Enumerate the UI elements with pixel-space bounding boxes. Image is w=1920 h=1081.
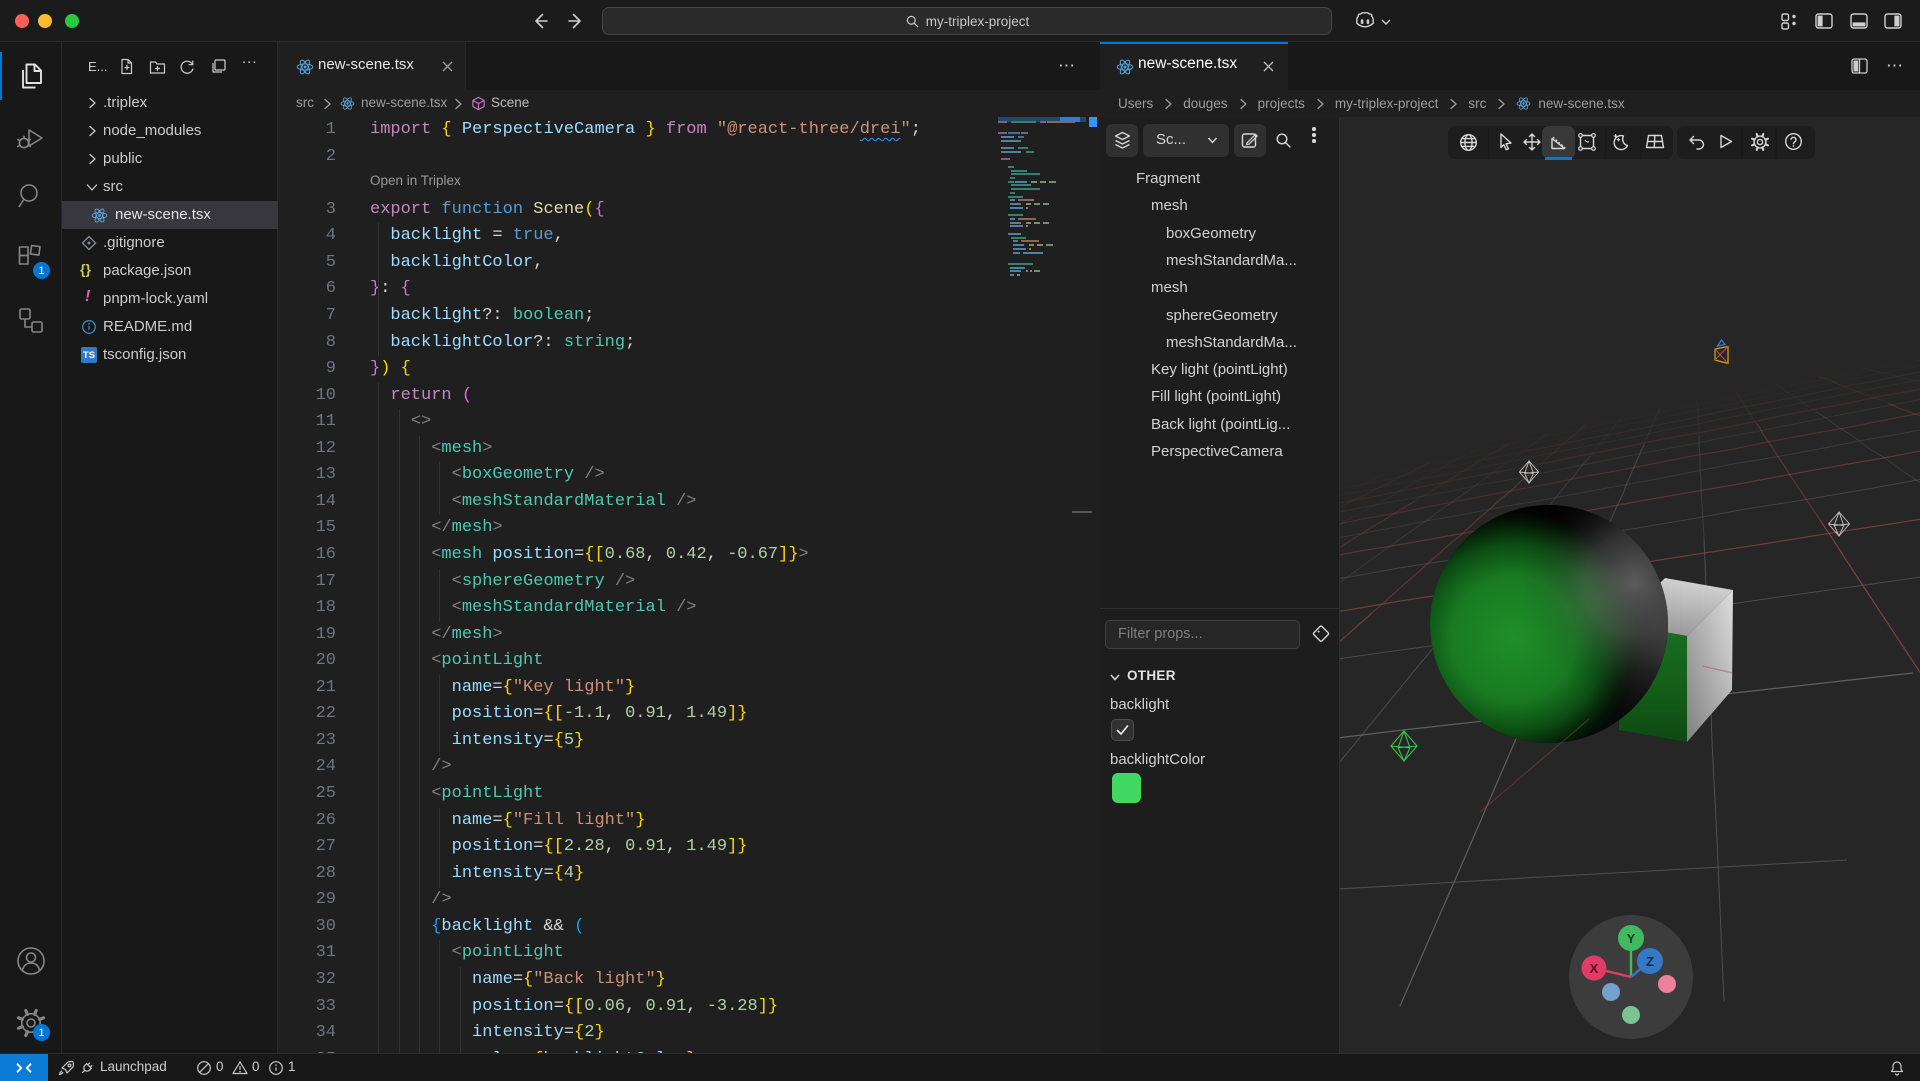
svg-text:Z: Z (1646, 954, 1654, 969)
svg-text:X: X (1590, 961, 1599, 976)
svg-text:Y: Y (1627, 931, 1636, 946)
